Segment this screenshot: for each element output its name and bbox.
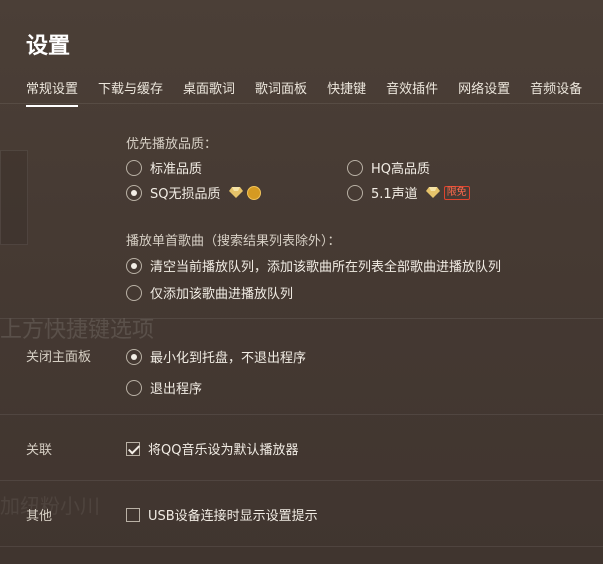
radio-button[interactable] [126,379,142,396]
tabs-divider [0,103,603,104]
quality-sq-option[interactable]: SQ无损品质 [126,183,261,202]
section-divider [0,480,603,481]
close-exit-option[interactable]: 退出程序 [126,378,202,397]
checkbox-checked[interactable] [126,441,140,456]
option-label: SQ无损品质 [150,187,221,202]
single-song-label: 播放单首歌曲（搜索结果列表除外）： [126,234,341,249]
radio-button-selected[interactable] [126,348,142,365]
free-badge: 限免 [443,185,470,200]
section-divider [0,546,603,547]
diamond-vip-icon [425,187,440,198]
section-divider [0,414,603,415]
background-ghost-text: 上方快捷键选项 [0,318,155,343]
background-ghost-panel [0,150,28,245]
quality-label: 优先播放品质： [126,137,218,152]
quality-surround-option[interactable]: 5.1声道 限免 [347,183,470,202]
radio-button[interactable] [126,159,142,176]
section-divider [0,318,603,319]
usb-prompt-option[interactable]: USB设备连接时显示设置提示 [126,505,318,524]
diamond-vip-icon [228,187,243,198]
option-label: 最小化到托盘，不退出程序 [150,351,307,366]
option-label: 5.1声道 [371,187,418,202]
radio-button-selected[interactable] [126,257,142,274]
option-label: 仅添加该歌曲进播放队列 [150,287,294,302]
option-label: 将QQ音乐设为默认播放器 [148,443,299,458]
quality-hq-option[interactable]: HQ高品质 [347,158,430,177]
close-minimize-option[interactable]: 最小化到托盘，不退出程序 [126,347,306,366]
single-add-only-option[interactable]: 仅添加该歌曲进播放队列 [126,283,293,302]
other-label: 其他 [26,509,53,524]
radio-button[interactable] [126,284,142,301]
option-label: HQ高品质 [371,162,431,177]
page-title: 设置 [26,34,71,59]
option-label: 清空当前播放队列，添加该歌曲所在列表全部歌曲进播放队列 [150,260,502,275]
association-label: 关联 [26,443,53,458]
radio-button[interactable] [347,184,363,201]
coin-badge-icon [246,185,261,200]
close-panel-label: 关闭主面板 [26,350,92,365]
default-player-option[interactable]: 将QQ音乐设为默认播放器 [126,439,298,458]
single-clear-queue-option[interactable]: 清空当前播放队列，添加该歌曲所在列表全部歌曲进播放队列 [126,256,501,275]
radio-button[interactable] [347,159,363,176]
option-label: 标准品质 [150,162,203,177]
option-label: 退出程序 [150,382,203,397]
quality-standard-option[interactable]: 标准品质 [126,158,202,177]
option-label: USB设备连接时显示设置提示 [148,509,318,524]
radio-button-selected[interactable] [126,184,142,201]
checkbox[interactable] [126,507,140,522]
